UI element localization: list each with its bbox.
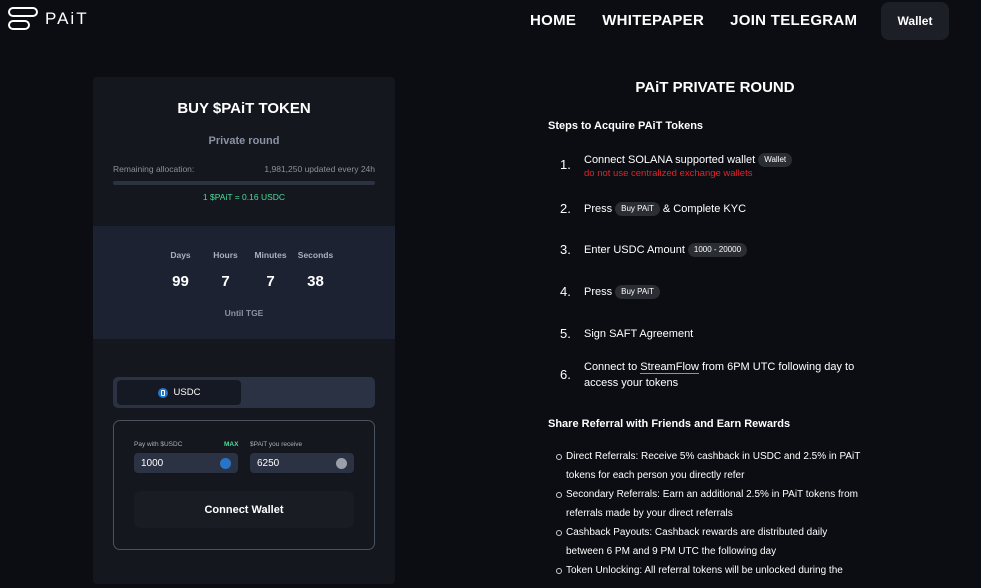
nav-telegram-link[interactable]: JOIN TELEGRAM — [730, 12, 857, 29]
logo[interactable]: PAiT — [8, 7, 89, 31]
referral-text: Direct Referrals: Receive 5% cashback in… — [566, 451, 861, 462]
step-6: 6. Connect to StreamFlow from 6PM UTC fo… — [560, 359, 854, 391]
days-label: Days — [170, 250, 191, 260]
usdc-coin-icon — [220, 458, 231, 469]
amount-range-chip: 1000 - 20000 — [687, 243, 748, 257]
list-item: Secondary Referrals: Earn an additional … — [556, 485, 886, 523]
step-3: 3. Enter USDC Amount 1000 - 20000 — [560, 242, 750, 258]
step-2: 2. Press Buy PAiT & Complete KYC — [560, 201, 746, 217]
timer-days: Days 99 — [158, 250, 203, 290]
connect-wallet-button[interactable]: Connect Wallet — [134, 491, 354, 528]
pait-coin-icon — [336, 458, 347, 469]
hours-value: 7 — [221, 273, 230, 290]
allocation-row: Remaining allocation: 1,981,250 updated … — [113, 164, 375, 174]
referral-text: Token Unlocking: All referral tokens wil… — [566, 565, 843, 576]
step-text: Connect SOLANA supported wallet — [584, 154, 756, 166]
step-text: Press — [584, 203, 613, 215]
step-number: 3. — [560, 242, 571, 257]
referral-text: Cashback Payouts: Cashback rewards are d… — [566, 527, 828, 538]
allocation-label: Remaining allocation: — [113, 164, 195, 174]
step-text-line2: access your tokens — [584, 377, 679, 389]
step-warning: do not use centralized exchange wallets — [584, 168, 753, 179]
referral-heading: Share Referral with Friends and Earn Rew… — [548, 418, 791, 430]
timer-hours: Hours 7 — [203, 250, 248, 290]
usdc-coin-icon — [157, 387, 168, 398]
countdown-timer: Days 99 Hours 7 Minutes 7 Seconds 38 Unt… — [93, 226, 395, 339]
token-tab-usdc[interactable]: USDC — [117, 380, 241, 405]
step-number: 2. — [560, 201, 571, 216]
timer-caption: Until TGE — [224, 308, 264, 318]
receive-amount-value: 6250 — [257, 457, 280, 469]
days-value: 99 — [172, 273, 189, 290]
pay-amount-input[interactable]: 1000 — [134, 453, 238, 473]
buy-card: BUY $PAiT TOKEN Private round Remaining … — [93, 77, 395, 584]
top-nav: PAiT HOME WHITEPAPER JOIN TELEGRAM Walle… — [0, 0, 981, 44]
round-label: Private round — [208, 135, 280, 147]
wallet-button[interactable]: Wallet — [881, 2, 949, 40]
token-tab-label: USDC — [173, 387, 201, 398]
streamflow-link[interactable]: StreamFlow — [640, 361, 699, 374]
referral-list: Direct Referrals: Receive 5% cashback in… — [556, 447, 886, 580]
step-text: Sign SAFT Agreement — [584, 328, 694, 340]
list-item: Direct Referrals: Receive 5% cashback in… — [556, 447, 886, 485]
step-number: 4. — [560, 284, 571, 299]
referral-text: Secondary Referrals: Earn an additional … — [566, 489, 859, 500]
referral-text: between 6 PM and 9 PM UTC the following … — [566, 546, 777, 557]
referral-text: tokens for each person you directly refe… — [566, 470, 745, 481]
pay-label: Pay with $USDC — [134, 441, 183, 448]
nav-links: HOME WHITEPAPER JOIN TELEGRAM — [530, 12, 857, 29]
minutes-label: Minutes — [254, 250, 287, 260]
step-4: 4. Press Buy PAiT — [560, 284, 663, 300]
list-item: Token Unlocking: All referral tokens wil… — [556, 561, 886, 580]
step-number: 5. — [560, 326, 571, 341]
step-number: 1. — [560, 157, 571, 172]
timer-seconds: Seconds 38 — [293, 250, 338, 290]
referral-text: referrals made by your direct referrals — [566, 508, 733, 519]
private-round-title: PAiT PRIVATE ROUND — [635, 79, 795, 96]
minutes-value: 7 — [266, 273, 275, 290]
list-item: Cashback Payouts: Cashback rewards are d… — [556, 523, 886, 561]
step-text: Press — [584, 286, 613, 298]
steps-heading: Steps to Acquire PAiT Tokens — [548, 120, 704, 132]
token-selector: USDC — [113, 377, 375, 408]
nav-whitepaper-link[interactable]: WHITEPAPER — [602, 12, 704, 29]
step-text-suffix: & Complete KYC — [662, 203, 747, 215]
allocation-progress-bar — [113, 181, 375, 185]
step-text: Enter USDC Amount — [584, 244, 685, 256]
step-text: Connect to — [584, 361, 638, 373]
seconds-label: Seconds — [297, 250, 334, 260]
receive-label: $PAiT you receive — [250, 441, 303, 448]
step-5: 5. Sign SAFT Agreement — [560, 326, 693, 342]
purchase-form: Pay with $USDC MAX $PAiT you receive 100… — [113, 420, 375, 550]
nav-home-link[interactable]: HOME — [530, 12, 576, 29]
seconds-value: 38 — [307, 273, 324, 290]
buy-pait-chip: Buy PAiT — [615, 285, 660, 299]
max-button[interactable]: MAX — [224, 441, 238, 448]
pay-amount-value: 1000 — [141, 457, 164, 469]
buy-card-title: BUY $PAiT TOKEN — [177, 100, 311, 117]
step-1: 1. Connect SOLANA supported wallet Wallet… — [560, 152, 795, 180]
hours-label: Hours — [213, 250, 238, 260]
wallet-chip: Wallet — [758, 153, 793, 167]
receive-amount-field: 6250 — [250, 453, 354, 473]
logo-text: PAiT — [45, 9, 89, 28]
token-price: 1 $PAiT = 0.16 USDC — [202, 192, 286, 202]
buy-pait-chip: Buy PAiT — [615, 202, 660, 216]
allocation-value: 1,981,250 updated every 24h — [264, 164, 375, 174]
step-text-suffix: from 6PM UTC following day to — [702, 361, 855, 373]
timer-minutes: Minutes 7 — [248, 250, 293, 290]
logo-icon — [8, 7, 38, 31]
step-number: 6. — [560, 367, 571, 382]
